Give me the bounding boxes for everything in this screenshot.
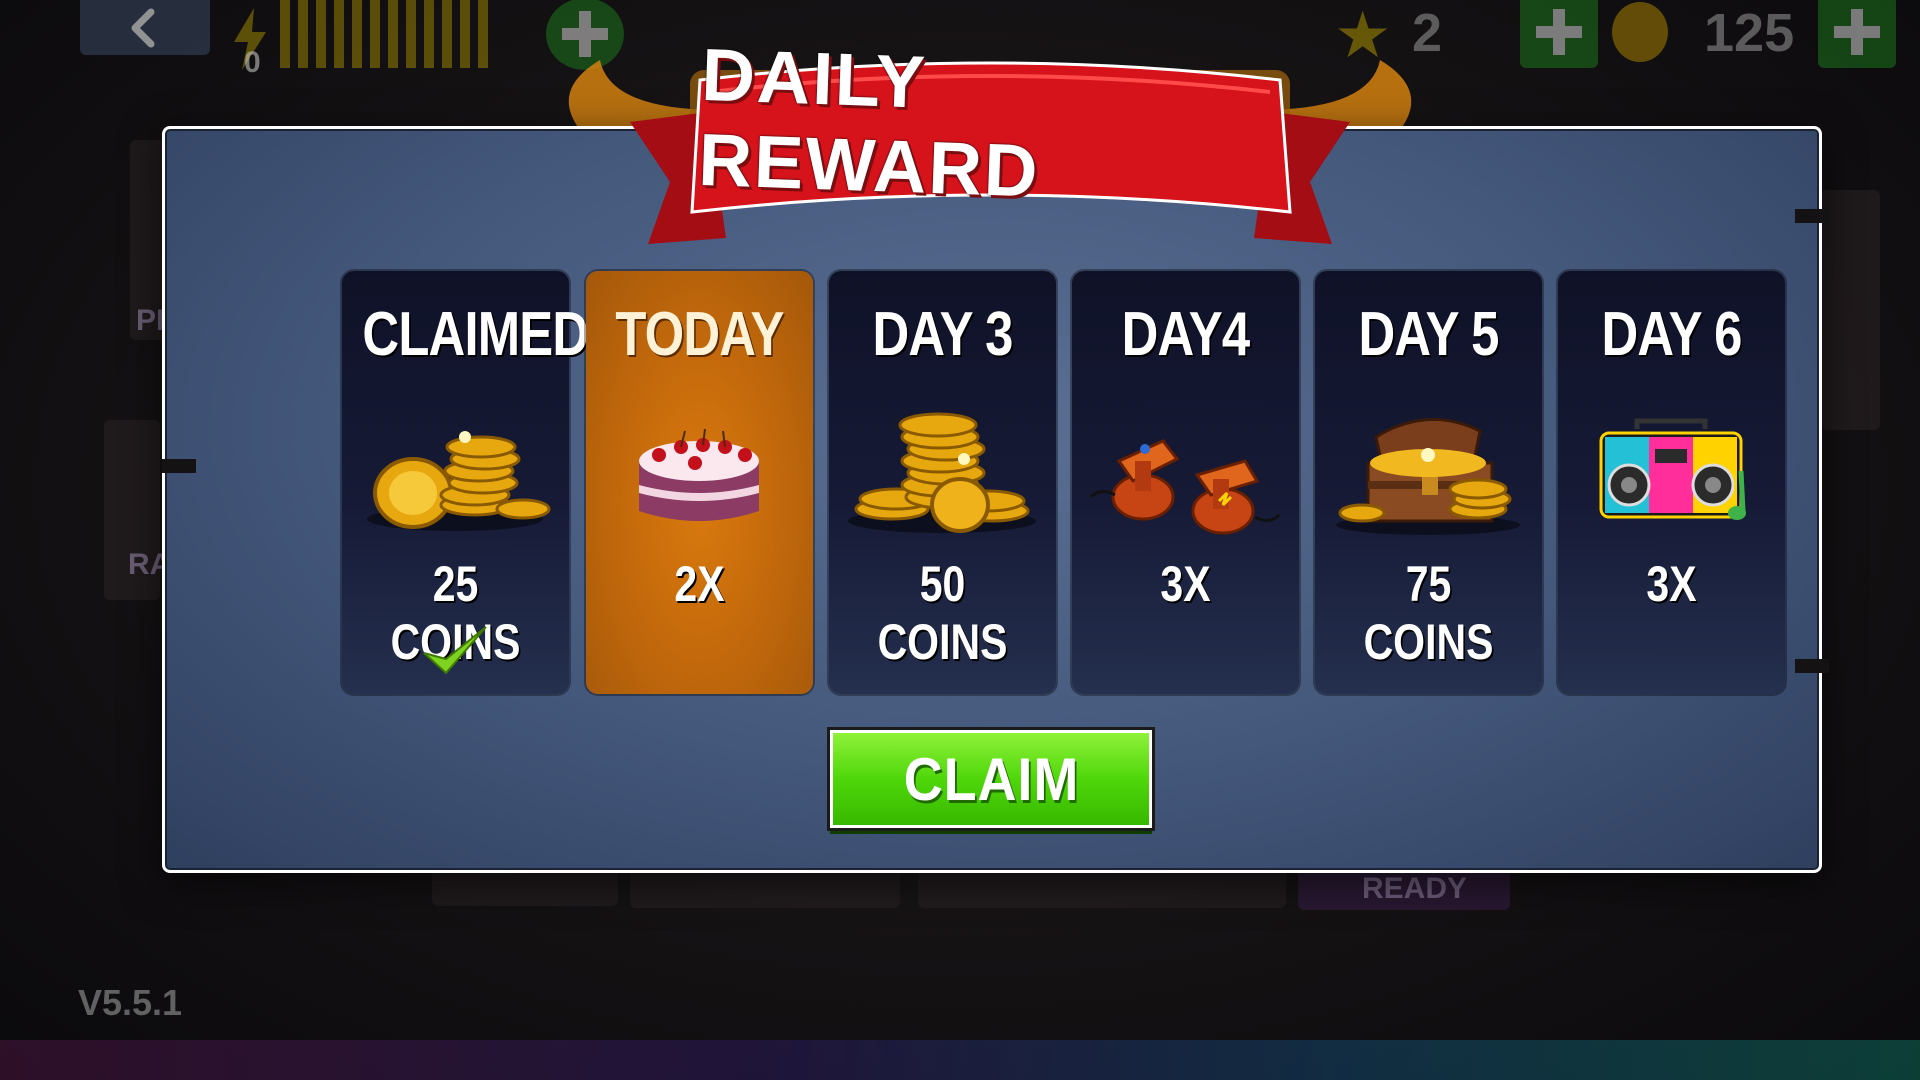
coin-pile-icon (367, 431, 551, 531)
cake-icon (639, 428, 759, 521)
add-coins-button[interactable] (1818, 0, 1896, 68)
reward-card-value: 75 COINS (1363, 556, 1494, 670)
reward-card-title: CLAIMED (362, 300, 589, 369)
reward-card-day-6: DAY 6 3X (1558, 271, 1785, 694)
claim-button[interactable]: CLAIM (830, 730, 1152, 828)
detonator-icon (1089, 439, 1281, 535)
boombox-icon (1599, 418, 1746, 520)
coin-icon (1612, 2, 1668, 62)
coin-stack-icon (848, 412, 1036, 533)
chevron-left-icon (131, 8, 155, 47)
energy-bar (280, 0, 488, 68)
reward-card-today[interactable]: TODAY 2X (586, 271, 813, 694)
ready-label: READY (1362, 872, 1468, 905)
reward-card-day-3: DAY 3 50 COINS (829, 271, 1056, 694)
coins-count: 125 (1704, 3, 1795, 63)
reward-card-day-5: DAY 5 75 COINS (1315, 271, 1542, 694)
reward-card-title: DAY 5 (1358, 300, 1499, 369)
background-panel (1820, 190, 1880, 430)
reward-card-title: DAY 6 (1601, 300, 1742, 369)
treasure-chest-icon (1336, 417, 1520, 535)
reward-card-value: 3X (1646, 556, 1697, 612)
reward-card-value: 3X (1160, 556, 1211, 612)
dialog-title: DAILY REWARD (697, 32, 1041, 213)
checkmark-icon (423, 626, 487, 675)
claim-button-label: CLAIM (903, 745, 1079, 813)
energy-count: 0 (244, 46, 261, 79)
reward-card-value: 2X (674, 556, 725, 612)
reward-card-claimed: CLAIMED 25 COINS (342, 271, 589, 694)
version-label: V5.5.1 (78, 982, 183, 1023)
reward-card-day-4: DAY4 3X (1072, 271, 1299, 694)
reward-card-title: DAY 3 (872, 300, 1013, 369)
reward-cards: CLAIMED 25 COINS TODAY 2X DAY 3 50 COINS… (342, 271, 1785, 695)
reward-card-value: 50 COINS (877, 556, 1008, 670)
reward-card-title: TODAY (615, 300, 784, 369)
back-button[interactable] (80, 0, 210, 55)
add-stars-button[interactable] (1520, 0, 1598, 68)
bottom-bar (0, 1040, 1920, 1080)
reward-card-title: DAY4 (1121, 300, 1250, 369)
